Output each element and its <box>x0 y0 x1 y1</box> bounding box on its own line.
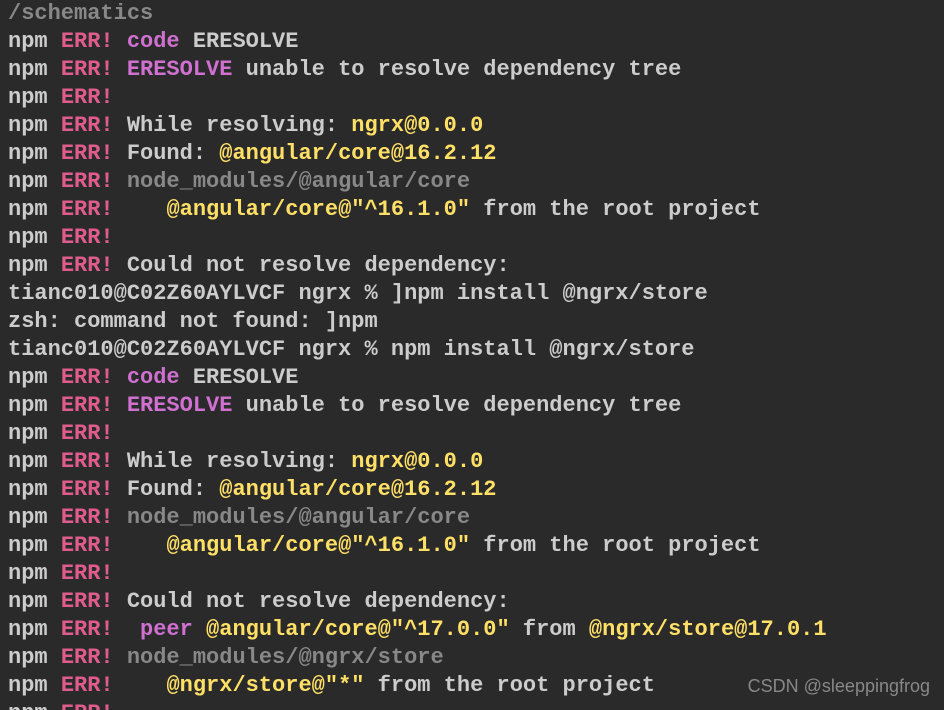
shell-line: tianc010@C02Z60AYLVCF ngrx % npm install… <box>8 336 936 364</box>
log-line: npm ERR! code ERESOLVE <box>8 28 936 56</box>
log-line: npm ERR! ERESOLVE unable to resolve depe… <box>8 392 936 420</box>
watermark: CSDN @sleeppingfrog <box>748 672 930 700</box>
log-line: npm ERR! node_modules/@ngrx/store <box>8 644 936 672</box>
partial-line: /schematics <box>8 1 153 26</box>
log-line: npm ERR! code ERESOLVE <box>8 364 936 392</box>
shell-line: zsh: command not found: ]npm <box>8 308 936 336</box>
log-line: npm ERR! @angular/core@"^16.1.0" from th… <box>8 196 936 224</box>
log-line: npm ERR! @angular/core@"^16.1.0" from th… <box>8 532 936 560</box>
log-line: npm ERR! node_modules/@angular/core <box>8 504 936 532</box>
log-line: npm ERR! While resolving: ngrx@0.0.0 <box>8 448 936 476</box>
log-line: npm ERR! Could not resolve dependency: <box>8 252 936 280</box>
log-line: npm ERR! ERESOLVE unable to resolve depe… <box>8 56 936 84</box>
shell-line: tianc010@C02Z60AYLVCF ngrx % ]npm instal… <box>8 280 936 308</box>
log-line: npm ERR! peer @angular/core@"^17.0.0" fr… <box>8 616 936 644</box>
log-line: npm ERR! Found: @angular/core@16.2.12 <box>8 140 936 168</box>
log-line: npm ERR! <box>8 224 936 252</box>
log-line: npm ERR! node_modules/@angular/core <box>8 168 936 196</box>
log-line: npm ERR! <box>8 84 936 112</box>
log-line: npm ERR! Found: @angular/core@16.2.12 <box>8 476 936 504</box>
terminal-output[interactable]: /schematics npm ERR! code ERESOLVE npm E… <box>0 0 944 710</box>
log-line: npm ERR! <box>8 700 936 710</box>
log-line: npm ERR! While resolving: ngrx@0.0.0 <box>8 112 936 140</box>
log-line: npm ERR! Could not resolve dependency: <box>8 588 936 616</box>
log-line: npm ERR! <box>8 560 936 588</box>
log-line: npm ERR! <box>8 420 936 448</box>
